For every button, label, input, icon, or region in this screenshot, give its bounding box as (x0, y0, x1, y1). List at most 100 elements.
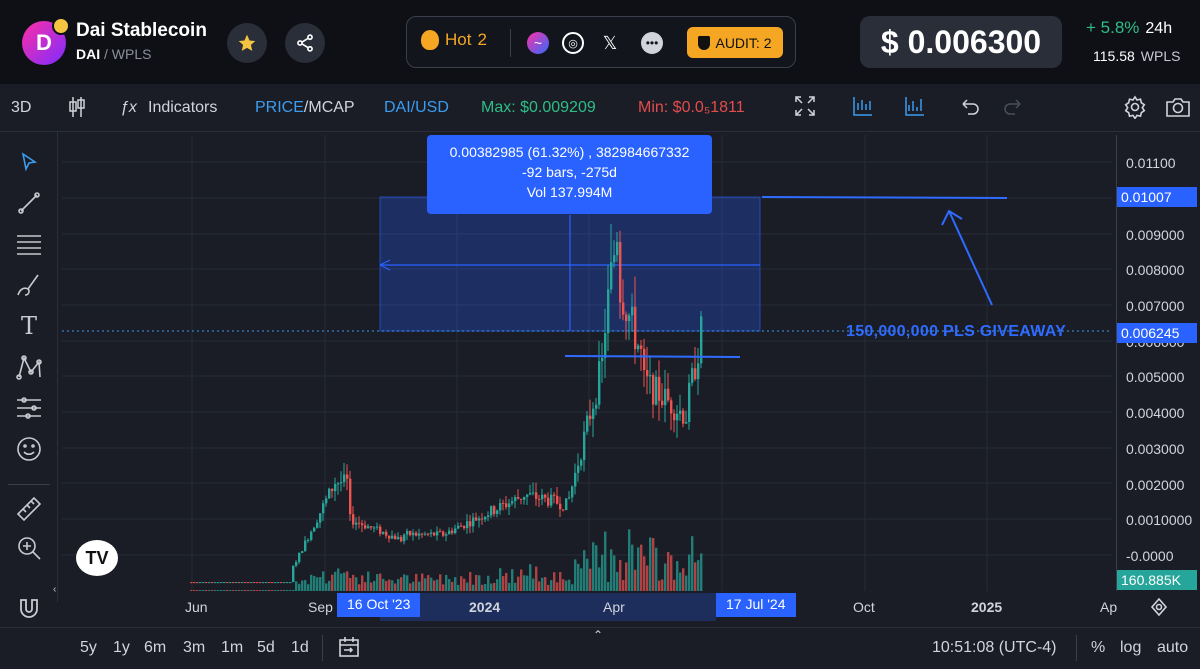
token-name: Dai Stablecoin (76, 20, 207, 41)
pulse-icon[interactable]: ~ (527, 32, 549, 54)
candle-body (601, 357, 604, 362)
candle-body (208, 582, 211, 584)
candle-body (652, 375, 655, 405)
volume-bar (352, 574, 355, 591)
ruler-icon[interactable] (14, 494, 44, 524)
camera-icon[interactable] (1165, 95, 1191, 124)
volume-bar (397, 579, 400, 591)
candle-body (553, 494, 556, 496)
x-twitter-icon[interactable]: 𝕏 (599, 32, 621, 54)
volume-bar (574, 559, 577, 591)
emoji-icon[interactable] (14, 434, 44, 464)
time-axis[interactable]: Jun Sep 16 Oct '23 2024 Apr 17 Jul '24 O… (62, 593, 1117, 623)
trendline-icon[interactable] (14, 188, 44, 218)
candle-body (589, 415, 592, 419)
price-mcap-toggle[interactable]: PRICE/MCAP (255, 99, 355, 117)
divider (1076, 635, 1077, 661)
collapse-arrow-icon[interactable]: ‹ (53, 584, 56, 595)
range-1d[interactable]: 1d (291, 639, 309, 657)
fib-lines-icon[interactable] (14, 229, 44, 259)
globe-icon[interactable]: ◎ (562, 32, 584, 54)
cursor-icon[interactable] (14, 147, 44, 177)
indicators-button[interactable]: Indicators (148, 99, 217, 117)
candle-body (616, 241, 619, 256)
prediction-icon[interactable] (14, 393, 44, 423)
range-5y[interactable]: 5y (80, 639, 97, 657)
candle-body (688, 382, 691, 422)
range-top-tag: 0.01007 (1117, 187, 1197, 207)
volume-bar (532, 578, 535, 591)
share-button[interactable] (285, 23, 325, 63)
candle-body (604, 333, 607, 358)
candle-body (514, 497, 517, 502)
volume-bar (445, 574, 448, 591)
candle-body (664, 388, 667, 406)
candle-body (643, 348, 646, 371)
indicators-icon[interactable]: ƒx (120, 99, 137, 117)
token-logo: D (22, 17, 70, 65)
candle-body (325, 498, 328, 504)
volume-bar (625, 562, 628, 591)
hot-badge[interactable]: Hot 2 (421, 30, 487, 50)
candle-body (535, 492, 538, 499)
volume-bar (283, 590, 286, 591)
range-1y[interactable]: 1y (113, 639, 130, 657)
volume-bar (319, 577, 322, 591)
more-icon[interactable]: ••• (641, 32, 663, 54)
undo-icon[interactable] (960, 96, 980, 121)
candle-body (649, 375, 652, 377)
volume-bar (628, 529, 631, 591)
volume-bar (556, 582, 559, 591)
percent-toggle[interactable]: % (1091, 639, 1105, 657)
volume-bar (433, 580, 436, 591)
candle-body (388, 535, 391, 539)
volume-bar (307, 584, 310, 591)
text-tool-icon[interactable]: T (14, 311, 44, 341)
auto-toggle[interactable]: auto (1157, 639, 1188, 657)
volume-bar (622, 579, 625, 591)
redo-icon[interactable] (1003, 96, 1023, 121)
volume-bar (502, 576, 505, 591)
axis-settings-icon[interactable] (1150, 597, 1168, 621)
magnet-icon[interactable] (14, 593, 44, 623)
volume-bar (694, 562, 697, 591)
volume-bar (418, 581, 421, 591)
volume-bar (238, 590, 241, 591)
audit-button[interactable]: AUDIT: 2 (687, 27, 783, 58)
volume-bar (604, 531, 607, 591)
candle-body (697, 363, 700, 380)
clock-readout[interactable]: 10:51:08 (UTC-4) (932, 639, 1057, 657)
candle-body (307, 539, 310, 541)
candle-body (421, 533, 424, 535)
volume-bar (442, 584, 445, 591)
candle-body (559, 503, 562, 510)
date-range-icon[interactable] (338, 636, 360, 663)
volume-bar (529, 564, 532, 591)
pattern-icon[interactable] (14, 352, 44, 382)
x-tick: 2024 (469, 599, 501, 615)
volume-bar (469, 572, 472, 591)
expand-up-icon[interactable]: ⌃ (593, 628, 603, 642)
range-1m[interactable]: 1m (221, 639, 243, 657)
brush-icon[interactable] (14, 270, 44, 300)
candle-body (619, 241, 622, 303)
range-6m[interactable]: 6m (144, 639, 166, 657)
range-5d[interactable]: 5d (257, 639, 275, 657)
range-3m[interactable]: 3m (183, 639, 205, 657)
candle-body (610, 262, 613, 290)
settings-gear-icon[interactable] (1123, 95, 1147, 124)
candle-body (595, 404, 598, 409)
zoom-in-icon[interactable] (14, 533, 44, 563)
line-chart-icon[interactable] (905, 96, 925, 121)
view-3d-button[interactable]: 3D (11, 99, 31, 117)
favorite-button[interactable] (227, 23, 267, 63)
volume-bar (580, 568, 583, 591)
candle-body (571, 486, 574, 498)
pair-toggle[interactable]: DAI/USD (384, 99, 449, 117)
log-toggle[interactable]: log (1120, 639, 1141, 657)
bar-chart-icon[interactable] (853, 96, 873, 121)
tradingview-logo[interactable]: TV (76, 540, 118, 576)
candle-type-icon[interactable] (68, 96, 86, 123)
candle-body (400, 536, 403, 542)
fullscreen-icon[interactable] (795, 96, 815, 121)
